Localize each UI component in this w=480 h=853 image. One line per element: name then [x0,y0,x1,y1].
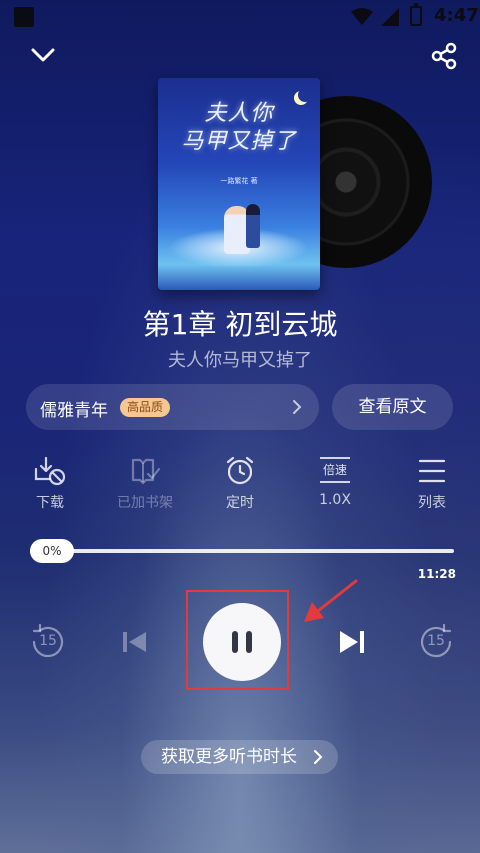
progress-thumb[interactable]: 0% [30,539,74,563]
annotation-arrow-icon [304,579,358,622]
download-label: 下载 [36,495,64,511]
bookshelf-check-icon [131,458,161,485]
cover-title-line1: 夫人你 [204,101,274,126]
cover-figure-boy [246,204,260,248]
timer-label: 定时 [226,495,254,511]
book-name[interactable]: 夫人你马甲又掉了 [0,346,480,372]
download-button[interactable]: 下载 [15,455,85,517]
next-button[interactable] [330,620,374,664]
forward-seconds: 15 [427,633,445,649]
rewind-15-button[interactable]: 15 [26,620,70,664]
progress-bar[interactable] [30,549,454,553]
added-to-shelf-label: 已加书架 [117,495,173,511]
get-more-listening-time-button[interactable]: 获取更多听书时长 [141,740,338,774]
signal-icon [381,8,399,26]
chevron-right-icon [314,750,323,764]
chapter-title: 第1章 初到云城 [142,308,338,341]
playlist-label: 列表 [418,495,446,511]
forward-15-button[interactable]: 15 [414,620,458,664]
voice-name: 儒雅青年 [40,401,108,421]
battery-icon [410,3,422,26]
chevron-right-icon [293,400,302,414]
skip-next-icon [340,631,364,653]
cover-title: 夫人你 马甲又掉了 [158,100,320,156]
more-listening-label: 获取更多听书时长 [161,747,297,767]
speed-icon: 倍速 [320,457,350,483]
previous-button[interactable] [113,620,157,664]
status-time: 4:47 [434,5,479,26]
quality-badge: 高品质 [120,398,171,417]
timer-button[interactable]: 定时 [205,455,275,517]
voice-selector[interactable]: 儒雅青年 高品质 [26,384,319,430]
download-off-icon [34,456,66,486]
speed-label: 1.0X [319,492,351,508]
highlight-annotation-box [186,590,289,690]
view-original-button[interactable]: 查看原文 [332,384,453,430]
status-bar: 4:47 [0,0,480,34]
book-cover[interactable]: 夫人你 马甲又掉了 一路繁花 著 [158,78,320,290]
share-icon[interactable] [430,42,458,70]
chevron-down-icon[interactable] [28,40,58,70]
added-to-shelf-button[interactable]: 已加书架 [110,455,180,517]
total-duration: 11:28 [417,567,456,581]
alarm-clock-icon [226,456,254,485]
speed-button[interactable]: 倍速 1.0X [300,455,370,517]
list-icon [418,459,446,483]
cover-title-line2: 马甲又掉了 [181,129,297,154]
wifi-icon [351,8,373,25]
app-notification-icon [14,7,34,27]
cover-author: 一路繁花 著 [220,177,258,185]
rewind-seconds: 15 [39,633,57,649]
skip-previous-icon [123,632,146,652]
playlist-button[interactable]: 列表 [397,455,467,517]
